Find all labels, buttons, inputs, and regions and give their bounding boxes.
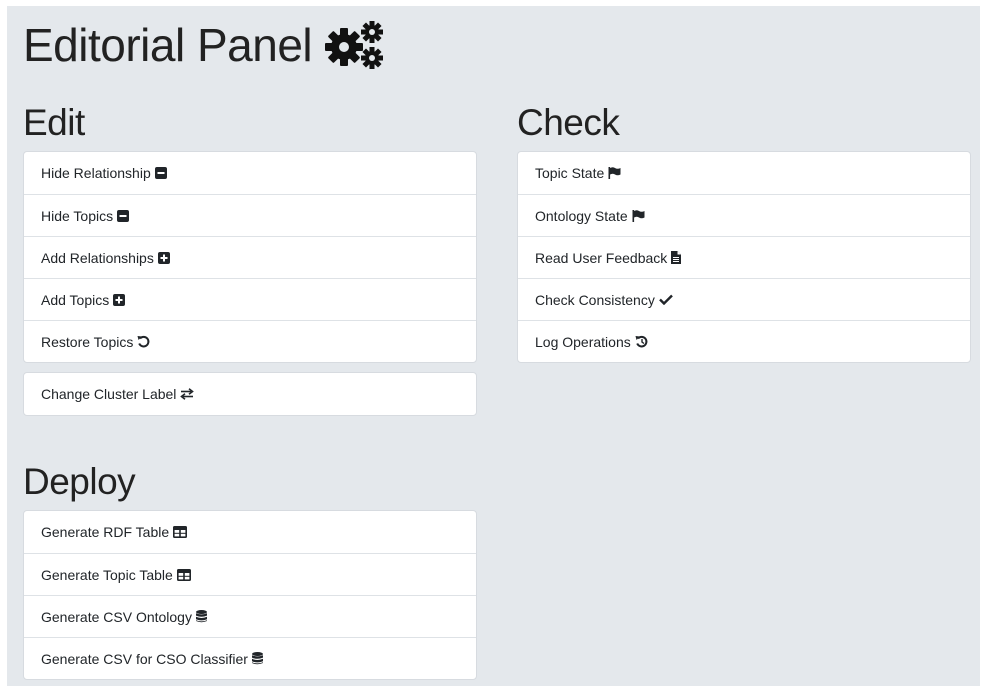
minus-square-icon [154,167,167,179]
history-icon [635,335,648,348]
item-label: Log Operations [535,333,631,350]
check-icon [658,294,673,305]
edit-heading: Edit [23,102,85,143]
deploy-heading: Deploy [23,461,136,502]
item-label: Generate Topic Table [41,566,173,583]
minus-square-icon [117,209,130,222]
table-icon [173,526,188,538]
item-label: Restore Topics [41,333,134,350]
change-cluster-list: Change Cluster Label [23,372,477,416]
topic-state-item[interactable]: Topic State [518,152,970,194]
table-icon [176,568,191,581]
item-label: Ontology State [535,207,628,224]
database-icon [251,652,263,665]
item-label: Read User Feedback [535,249,668,266]
log-operations-item[interactable]: Log Operations [518,320,970,362]
item-label: Generate CSV for CSO Classifier [41,650,248,667]
generate-rdf-table-item[interactable]: Generate RDF Table [24,511,476,553]
generate-csv-ontology-item[interactable]: Generate CSV Ontology [24,595,476,637]
read-user-feedback-item[interactable]: Read User Feedback [518,236,970,278]
undo-icon [137,335,150,348]
add-topics-item[interactable]: Add Topics [24,278,476,320]
ontology-state-item[interactable]: Ontology State [518,194,970,236]
plus-square-icon [113,293,126,306]
check-consistency-item[interactable]: Check Consistency [518,278,970,320]
cogs-icon [324,20,386,70]
generate-csv-cso-classifier-item[interactable]: Generate CSV for CSO Classifier [24,637,476,679]
item-label: Topic State [535,165,605,181]
page-title: Editorial Panel [23,16,386,74]
hide-relationship-item[interactable]: Hide Relationship [24,152,476,194]
flag-icon [608,167,621,179]
restore-topics-item[interactable]: Restore Topics [24,320,476,362]
add-relationships-item[interactable]: Add Relationships [24,236,476,278]
item-label: Change Cluster Label [41,386,177,402]
database-icon [195,610,207,623]
item-label: Check Consistency [535,291,655,308]
item-label: Add Topics [41,291,110,308]
exchange-icon [180,388,195,400]
edit-list: Hide Relationship Hide Topics Add Relati… [23,151,477,363]
change-cluster-label-item[interactable]: Change Cluster Label [24,373,476,415]
item-label: Hide Relationship [41,165,151,181]
item-label: Add Relationships [41,249,154,266]
item-label: Generate CSV Ontology [41,608,192,625]
check-heading: Check [517,102,620,143]
page-title-text: Editorial Panel [23,19,313,71]
item-label: Hide Topics [41,207,114,224]
plus-square-icon [157,251,170,264]
editorial-panel: Editorial Panel Edit Hide Relationship H… [7,6,980,686]
deploy-list: Generate RDF Table Generate Topic Table … [23,510,477,680]
check-list: Topic State Ontology State Read User Fee… [517,151,971,363]
flag-icon [632,209,645,222]
item-label: Generate RDF Table [41,524,170,540]
file-icon [671,251,682,264]
generate-topic-table-item[interactable]: Generate Topic Table [24,553,476,595]
hide-topics-item[interactable]: Hide Topics [24,194,476,236]
